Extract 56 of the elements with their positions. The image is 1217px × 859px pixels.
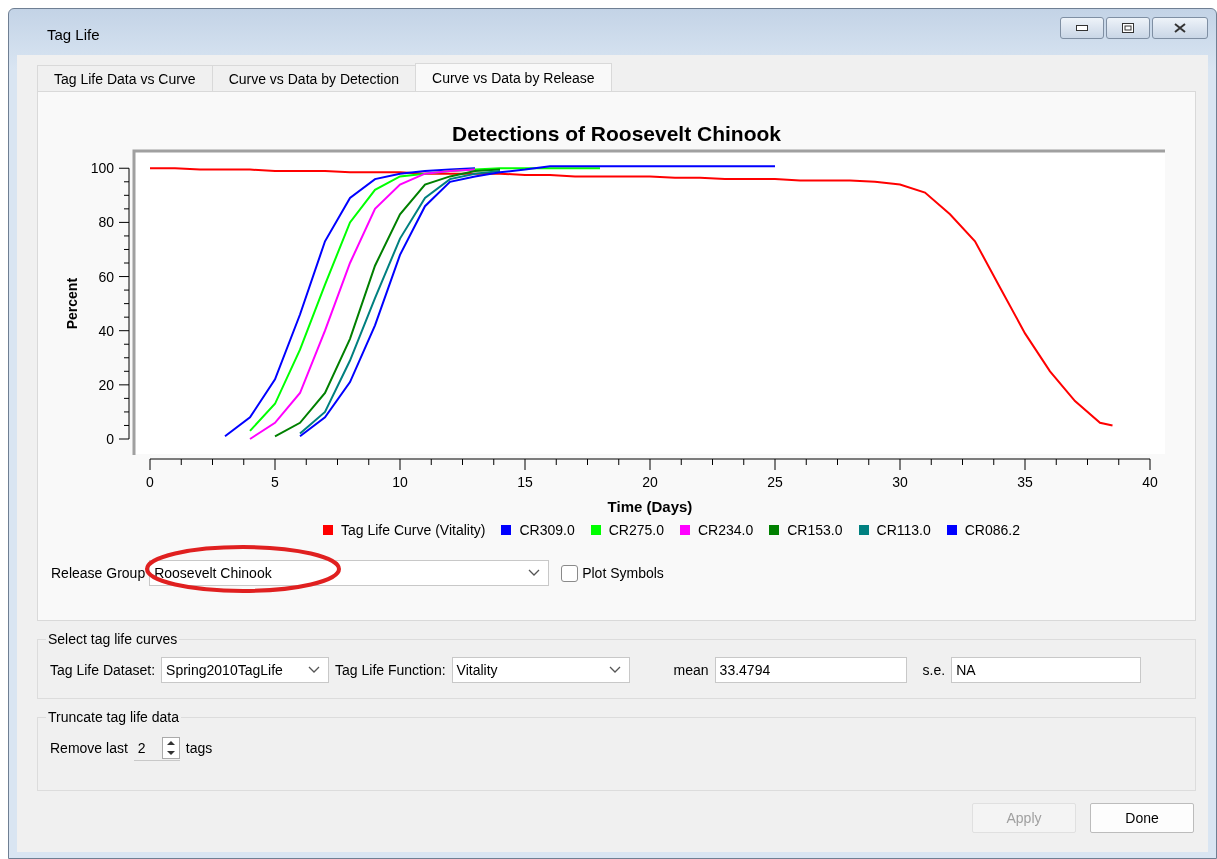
y-tick-label: 80 xyxy=(98,214,114,231)
dialog-button[interactable]: Done xyxy=(1090,803,1194,833)
legend-label: CR086.2 xyxy=(964,522,1020,538)
chevron-down-icon xyxy=(608,666,621,674)
y-tick-label: 100 xyxy=(90,160,114,177)
legend-label: CR153.0 xyxy=(787,522,843,538)
field-label: Tag Life Function: xyxy=(335,662,446,678)
checkbox-label: Plot Symbols xyxy=(582,565,664,581)
group-title: Truncate tag life data xyxy=(47,709,180,725)
x-tick-label: 30 xyxy=(892,474,908,490)
maximize-button[interactable] xyxy=(1106,17,1150,39)
legend-label: CR275.0 xyxy=(608,522,664,538)
tab[interactable]: Tag Life Data vs Curve xyxy=(37,65,213,91)
x-tick-label: 15 xyxy=(517,474,533,490)
close-button[interactable] xyxy=(1152,17,1208,39)
legend-label: CR113.0 xyxy=(876,522,931,538)
field-label: Remove last xyxy=(50,740,128,756)
x-tick-label: 25 xyxy=(767,474,783,490)
minimize-button[interactable] xyxy=(1060,17,1104,39)
x-axis-label: Time (Days) xyxy=(607,498,693,515)
field-label: Tag Life Dataset: xyxy=(50,662,156,678)
group-title: Select tag life curves xyxy=(47,631,179,647)
chevron-down-icon xyxy=(528,569,541,577)
x-tick-label: 35 xyxy=(1017,474,1033,490)
y-tick-label: 60 xyxy=(98,268,114,285)
minimize-icon xyxy=(1076,25,1088,31)
x-tick-label: 20 xyxy=(642,474,658,490)
spin-arrows-icon xyxy=(161,736,180,759)
x-tick-label: 0 xyxy=(146,474,154,490)
count-spinbox[interactable]: 2 xyxy=(133,735,180,761)
close-icon xyxy=(1174,23,1186,33)
legend-label: CR309.0 xyxy=(519,522,575,538)
function-dropdown[interactable]: Vitality xyxy=(451,657,630,683)
maximize-icon xyxy=(1122,23,1134,33)
checkbox[interactable] xyxy=(561,564,579,582)
legend-label: CR234.0 xyxy=(698,522,754,538)
mean-field[interactable]: 33.4794 xyxy=(714,657,907,683)
x-tick-label: 5 xyxy=(271,474,279,490)
field-label: tags xyxy=(185,740,213,756)
x-tick-label: 10 xyxy=(392,474,408,490)
dataset-dropdown[interactable]: Spring2010TagLife xyxy=(161,657,330,683)
se-field[interactable]: NA xyxy=(951,657,1142,683)
legend-label: Tag Life Curve (Vitality) xyxy=(341,522,486,538)
y-tick-label: 20 xyxy=(98,376,114,393)
x-tick-label: 40 xyxy=(1142,474,1158,490)
tab[interactable]: Curve vs Data by Release xyxy=(415,63,612,91)
chart-title: Detections of Roosevelt Chinook xyxy=(451,122,781,146)
chevron-down-icon xyxy=(308,666,321,674)
y-tick-label: 0 xyxy=(106,431,114,447)
window-title: Tag Life xyxy=(47,26,100,43)
y-axis-label: Percent xyxy=(64,277,80,330)
field-label: Release Group xyxy=(51,565,146,581)
field-label: s.e. xyxy=(922,662,946,678)
y-tick-label: 40 xyxy=(98,322,114,339)
field-label: mean xyxy=(673,662,709,678)
release-group-dropdown[interactable]: Roosevelt Chinook xyxy=(149,560,550,586)
